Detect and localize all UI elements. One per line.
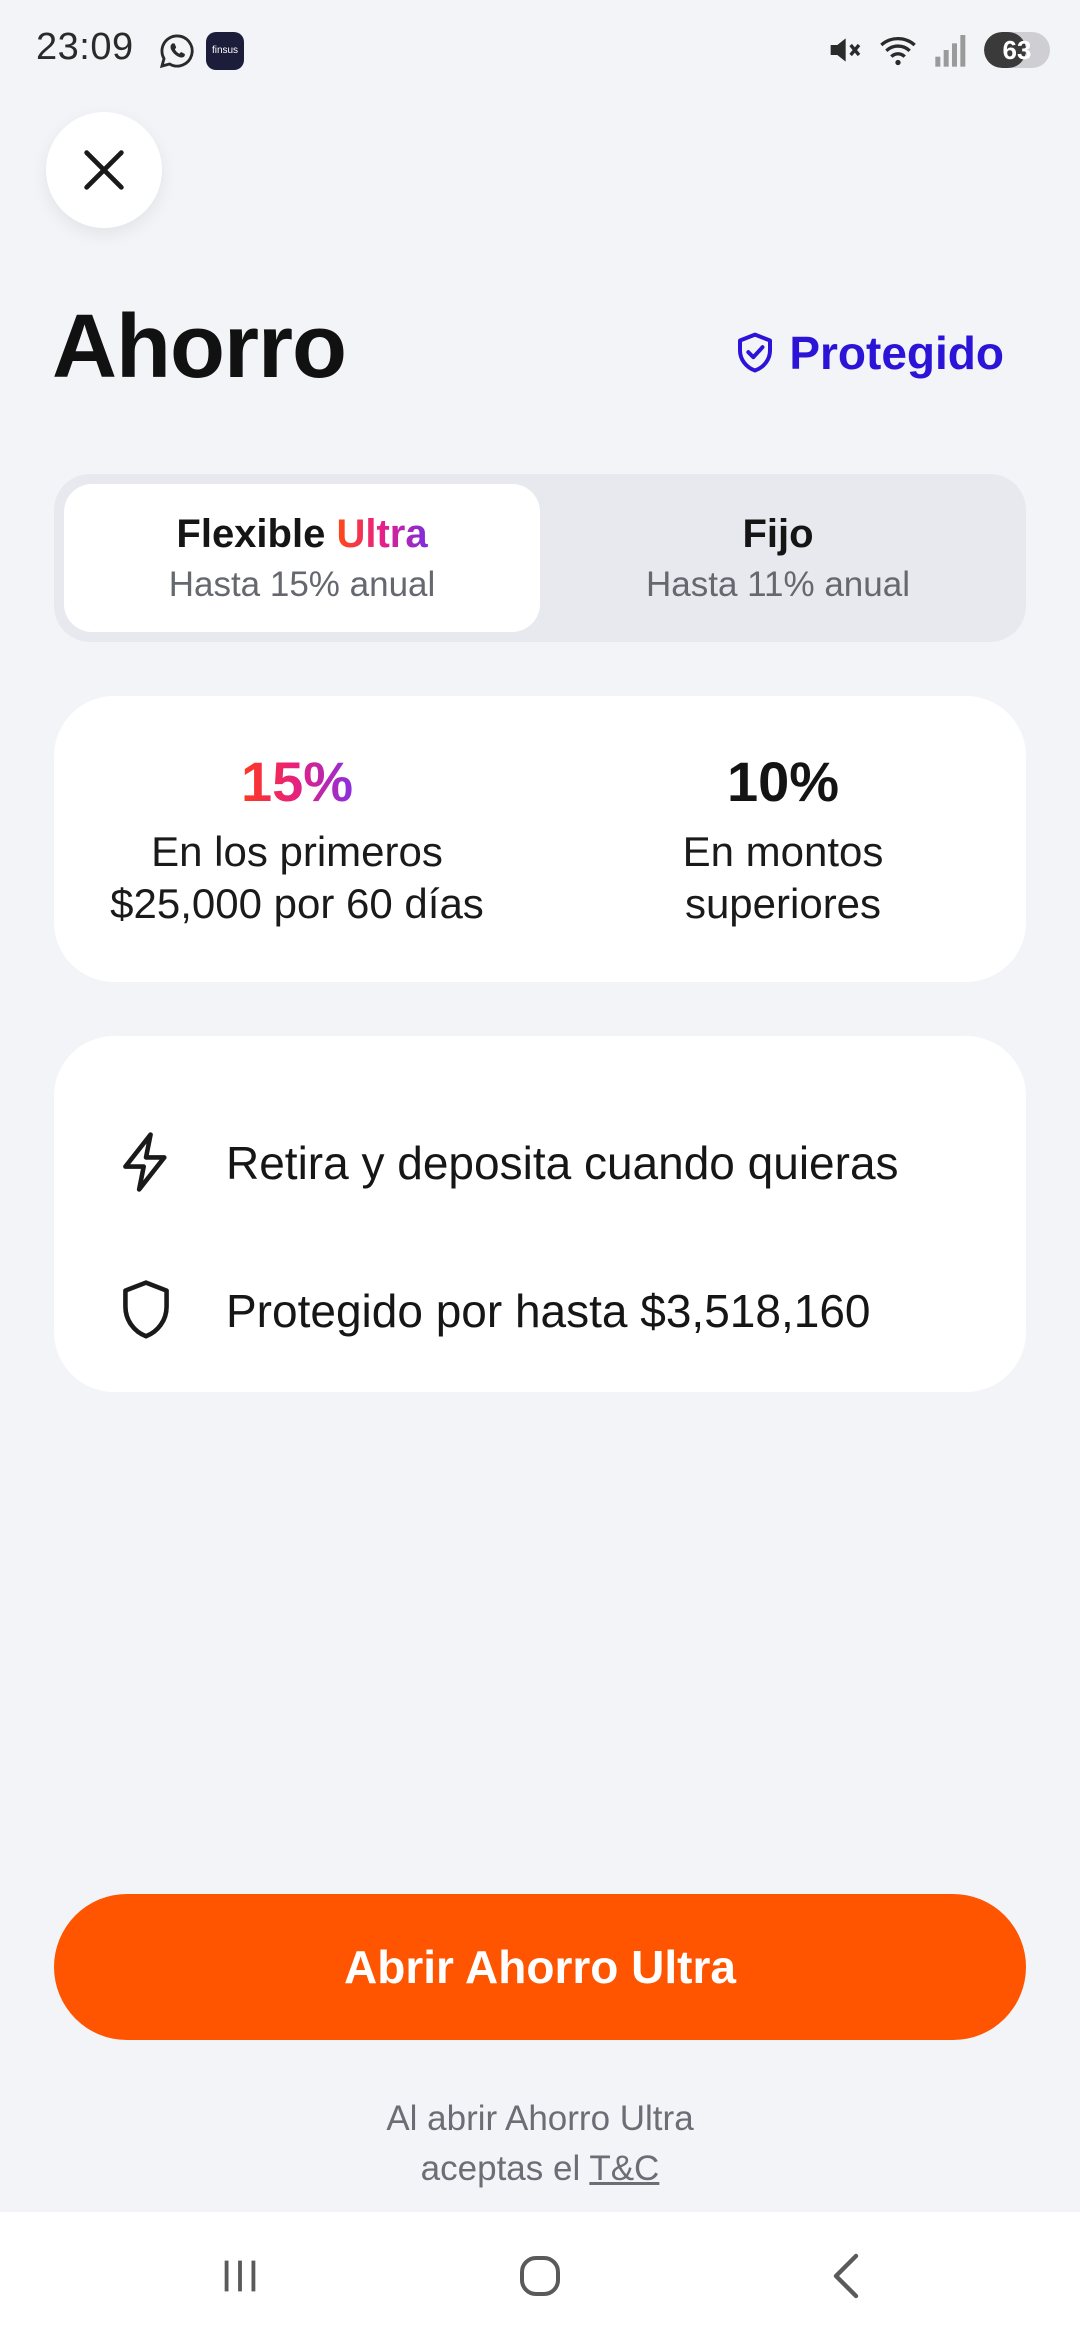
home-icon — [520, 2256, 560, 2296]
recents-button[interactable] — [160, 2212, 320, 2340]
terms-prefix: aceptas el — [420, 2149, 590, 2188]
protected-link[interactable]: Protegido — [735, 326, 1004, 380]
rate-percent: 15% — [240, 749, 354, 813]
terms-text: Al abrir Ahorro Ultra aceptas el T&C — [0, 2094, 1080, 2194]
muted-icon — [830, 38, 861, 62]
whatsapp-icon — [159, 34, 194, 69]
terms-line: aceptas el T&C — [0, 2144, 1080, 2194]
rate-item: 10% En montos superiores — [540, 696, 1026, 982]
battery-level: 63 — [1002, 35, 1032, 65]
recents-icon — [224, 2260, 256, 2292]
lightning-icon — [123, 1132, 167, 1192]
tab-fijo[interactable]: Fijo Hasta 11% anual — [540, 484, 1016, 632]
rate-desc-line: En los primeros — [151, 827, 443, 875]
rate-desc-line: superiores — [684, 879, 882, 927]
status-bar: 23:09 finsus 63 — [0, 0, 1080, 100]
finsus-app-badge: finsus — [206, 32, 244, 70]
rate-desc-line: $25,000 por 60 días — [110, 879, 484, 927]
tab-flexible-ultra[interactable]: Flexible Ultra Hasta 15% anual — [64, 484, 540, 632]
rate-desc-line: En montos — [682, 827, 884, 875]
shield-icon — [123, 1280, 169, 1339]
system-nav-bar — [0, 2212, 1080, 2340]
status-icons: 63 — [824, 30, 1050, 70]
terms-link[interactable]: T&C — [589, 2149, 659, 2188]
rate-description: En montos superiores — [683, 826, 884, 930]
wifi-icon — [880, 37, 916, 66]
back-button[interactable] — [766, 2212, 926, 2340]
shield-check-icon — [738, 332, 773, 373]
home-button[interactable] — [460, 2212, 620, 2340]
back-icon — [833, 2253, 859, 2299]
savings-type-tabs: Flexible Ultra Hasta 15% anual Fijo Hast… — [54, 474, 1026, 642]
rate-percent: 10% — [726, 749, 840, 813]
tab-subtitle: Hasta 11% anual — [646, 564, 910, 604]
open-ahorro-ultra-button[interactable]: Abrir Ahorro Ultra — [54, 1894, 1026, 2040]
tab-title: Flexible Ultra — [176, 512, 427, 557]
feature-text: Protegido por hasta $3,518,160 — [226, 1285, 871, 1337]
rate-description: En los primeros $25,000 por 60 días — [110, 826, 484, 930]
feature-item: Retira y deposita cuando quieras — [114, 1130, 899, 1194]
rates-card: 15% En los primeros $25,000 por 60 días … — [54, 696, 1026, 982]
signal-icon — [935, 35, 966, 67]
close-button[interactable] — [46, 112, 162, 228]
features-card: Retira y deposita cuando quieras Protegi… — [54, 1036, 1026, 1392]
terms-line: Al abrir Ahorro Ultra — [386, 2099, 694, 2138]
rate-item: 15% En los primeros $25,000 por 60 días — [54, 696, 540, 982]
tab-subtitle: Hasta 15% anual — [168, 564, 436, 604]
protected-label: Protegido — [789, 327, 1004, 379]
feature-text: Retira y deposita cuando quieras — [226, 1137, 899, 1189]
tab-title: Fijo — [742, 511, 814, 556]
battery-icon: 63 — [984, 32, 1050, 68]
close-icon — [84, 150, 124, 190]
screen: 23:09 finsus 63 Ahorro Protegido Flexibl… — [0, 0, 1080, 2340]
status-time: 23:09 — [36, 26, 134, 68]
tab-label-accent: Ultra — [336, 511, 428, 556]
tab-label-main: Flexible — [176, 511, 326, 556]
feature-item: Protegido por hasta $3,518,160 — [114, 1278, 871, 1342]
page-title: Ahorro — [52, 297, 347, 397]
